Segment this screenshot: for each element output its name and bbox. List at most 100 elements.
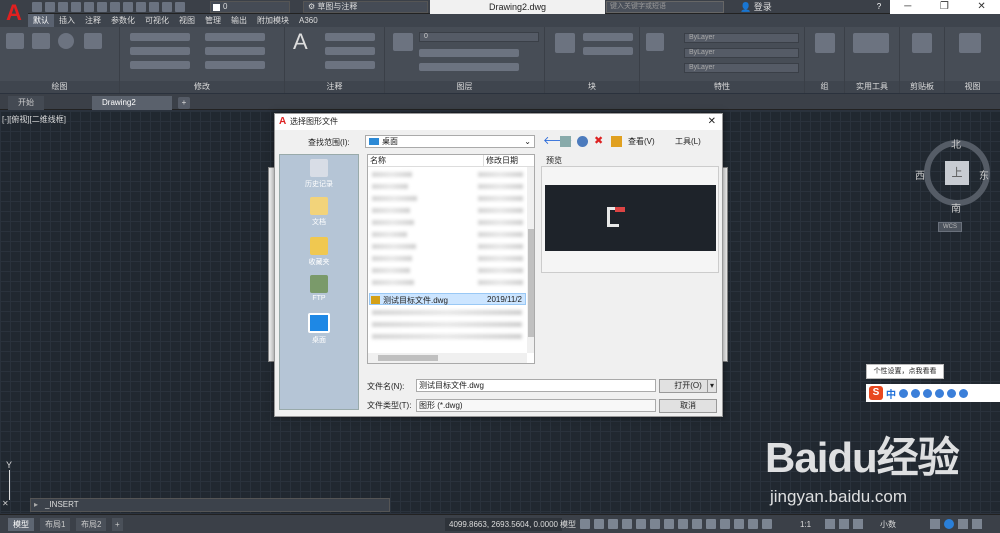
grid-icon[interactable] (580, 519, 590, 529)
vertical-scroll-thumb[interactable] (528, 229, 534, 337)
isolate-objects-icon[interactable] (853, 519, 863, 529)
auto-scale-icon[interactable] (762, 519, 772, 529)
add-layout-button[interactable]: + (112, 518, 123, 531)
column-name[interactable]: 名称 (368, 155, 483, 166)
osnap-icon[interactable] (664, 519, 674, 529)
panel-modify-title[interactable]: 修改 (120, 81, 284, 93)
match-properties-icon[interactable] (646, 33, 664, 51)
panel-group-title[interactable]: 组 (805, 81, 844, 93)
restore-button[interactable]: ❐ (940, 0, 949, 14)
edit-block-icon[interactable] (583, 47, 633, 55)
annotation-visibility-icon[interactable] (748, 519, 758, 529)
open-options-chevron-icon[interactable]: ▾ (707, 379, 717, 393)
layer-tools-icon[interactable] (419, 49, 519, 57)
panel-block-title[interactable]: 块 (545, 81, 639, 93)
vertical-scrollbar[interactable] (527, 167, 534, 353)
arc-icon[interactable] (84, 33, 102, 49)
layer-match-icon[interactable] (419, 63, 519, 71)
stretch-icon[interactable] (130, 61, 190, 69)
customization-icon[interactable] (972, 519, 982, 529)
delete-icon[interactable]: ✖ (594, 136, 605, 147)
plot-icon[interactable] (149, 2, 159, 12)
viewcube-top-face[interactable]: 上 (945, 161, 969, 185)
isodraft-icon[interactable] (636, 519, 646, 529)
blurred-file-row[interactable] (372, 256, 412, 261)
minimize-button[interactable]: ─ (904, 0, 911, 14)
new-tab-button[interactable]: + (178, 97, 190, 109)
blurred-file-row[interactable] (372, 220, 414, 225)
compass-east[interactable]: 东 (979, 167, 989, 182)
circle-icon[interactable] (58, 33, 74, 49)
command-input[interactable]: ▸ _INSERT (30, 498, 390, 512)
horizontal-scroll-thumb[interactable] (378, 355, 438, 361)
dynamic-ucs-icon[interactable] (734, 519, 744, 529)
blurred-file-row[interactable] (372, 232, 407, 237)
tab-a360[interactable]: A360 (294, 14, 323, 27)
blurred-file-row[interactable] (372, 268, 410, 273)
tab-annotate[interactable]: 注释 (80, 14, 106, 27)
tab-output[interactable]: 输出 (226, 14, 252, 27)
layout-tab-2[interactable]: 布局2 (76, 518, 107, 531)
help-icon[interactable]: ? (868, 0, 890, 13)
compass-south[interactable]: 南 (951, 200, 961, 215)
transparency-icon[interactable] (692, 519, 702, 529)
lineweight-dropdown[interactable]: ByLayer (684, 63, 799, 73)
sogou-logo-icon[interactable]: S (869, 386, 883, 400)
lightbulb-icon[interactable] (162, 2, 172, 12)
file-name-input[interactable]: 测试目标文件.dwg (416, 379, 656, 392)
tab-home[interactable]: 默认 (28, 14, 54, 27)
selection-cycling-icon[interactable] (706, 519, 716, 529)
place-documents[interactable]: 文档 (280, 197, 358, 227)
place-history[interactable]: 历史记录 (280, 159, 358, 189)
search-web-icon[interactable] (577, 136, 588, 147)
coordinate-readout[interactable]: 4099.8663, 2693.5604, 0.0000 (445, 518, 562, 531)
color-dropdown[interactable]: ByLayer (684, 33, 799, 43)
leader-icon[interactable] (325, 47, 375, 55)
place-desktop[interactable]: 桌面 (280, 313, 358, 345)
blurred-file-row[interactable] (372, 208, 410, 213)
tools-menu[interactable]: 工具(L) (675, 136, 701, 147)
panel-draw-title[interactable]: 绘图 (0, 81, 119, 93)
blurred-file-row[interactable] (372, 244, 416, 249)
blurred-file-row[interactable] (372, 184, 408, 189)
panel-utilities-title[interactable]: 实用工具 (845, 81, 899, 93)
layer-quick-dropdown[interactable]: 0 (210, 1, 290, 13)
view-menu[interactable]: 查看(V) (628, 136, 655, 147)
share-icon[interactable] (136, 2, 146, 12)
ortho-icon[interactable] (608, 519, 618, 529)
units-dropdown[interactable]: 小数 (880, 518, 896, 531)
blurred-file-row[interactable] (372, 334, 522, 339)
undo-icon[interactable] (110, 2, 120, 12)
insert-block-icon[interactable] (555, 33, 575, 53)
tab-visualize[interactable]: 可视化 (140, 14, 174, 27)
punctuation-icon[interactable] (899, 388, 908, 398)
linear-dim-icon[interactable] (325, 33, 375, 41)
workspace-dropdown[interactable]: ⚙ 草图与注释 (303, 1, 428, 13)
close-button[interactable]: ✕ (977, 0, 985, 14)
panel-view-title[interactable]: 视图 (945, 81, 1000, 93)
layer-properties-icon[interactable] (393, 33, 413, 51)
panel-properties-title[interactable]: 特性 (640, 81, 804, 93)
blurred-file-row[interactable] (372, 322, 522, 327)
open-icon[interactable] (45, 2, 55, 12)
quick-properties-icon[interactable] (930, 519, 940, 529)
skin-icon[interactable] (947, 388, 956, 398)
layer-dropdown[interactable]: 0 (419, 32, 539, 42)
tab-addins[interactable]: 附加模块 (252, 14, 294, 27)
base-view-icon[interactable] (959, 33, 981, 53)
panel-clipboard-title[interactable]: 剪贴板 (900, 81, 944, 93)
save-icon[interactable] (58, 2, 68, 12)
lineweight-icon[interactable] (678, 519, 688, 529)
tab-start[interactable]: 开始 (8, 96, 44, 110)
layout-tab-1[interactable]: 布局1 (40, 518, 71, 531)
selected-file-row[interactable]: 测试目标文件.dwg 2019/11/2 (369, 293, 526, 305)
snap-icon[interactable] (594, 519, 604, 529)
create-block-icon[interactable] (583, 33, 633, 41)
model-space-toggle[interactable]: 模型 (560, 518, 576, 531)
new-icon[interactable] (32, 2, 42, 12)
place-ftp[interactable]: FTP (280, 275, 358, 302)
microphone-icon[interactable] (923, 388, 932, 398)
search-input[interactable]: 键入关键字或短语 (606, 1, 724, 13)
look-in-dropdown[interactable]: 桌面 ⌄ (365, 135, 535, 148)
blurred-file-row[interactable] (372, 280, 414, 285)
